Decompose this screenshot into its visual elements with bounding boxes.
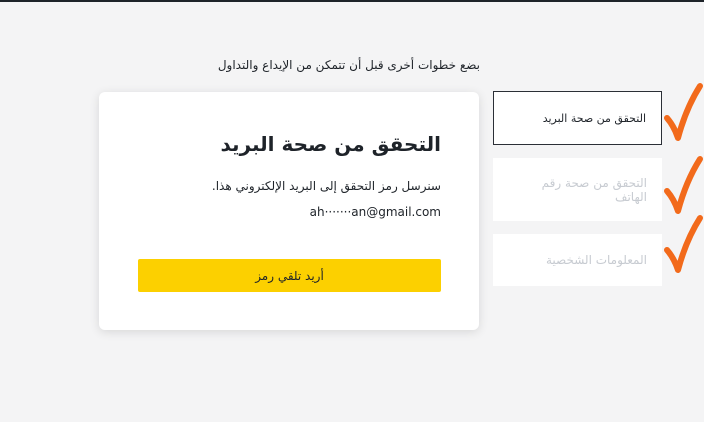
step-email-verification[interactable]: التحقق من صحة البريد (493, 91, 662, 145)
step-personal-info[interactable]: المعلومات الشخصية (493, 234, 662, 286)
email-verification-card: التحقق من صحة البريد سنرسل رمز التحقق إل… (99, 92, 479, 330)
step-label: التحقق من صحة رقم الهاتف (541, 175, 647, 204)
card-description: سنرسل رمز التحقق إلى البريد الإلكتروني ه… (211, 179, 441, 193)
checkmark-annotation-icon (664, 215, 703, 273)
step-phone-verification[interactable]: التحقق من صحة رقم الهاتف (493, 158, 662, 221)
step-label: المعلومات الشخصية (546, 253, 647, 267)
checkmark-annotation-icon (664, 156, 703, 214)
top-bar (0, 0, 704, 2)
step-label: التحقق من صحة البريد (542, 111, 646, 125)
request-code-button[interactable]: أريد تلقي رمز (138, 259, 441, 292)
page-subtitle: بضع خطوات أخرى قبل أن تتمكن من الإيداع و… (217, 58, 480, 72)
checkmark-annotation-icon (664, 83, 703, 141)
masked-email: ah·······an@gmail.com (309, 205, 441, 219)
card-title: التحقق من صحة البريد (220, 132, 441, 156)
